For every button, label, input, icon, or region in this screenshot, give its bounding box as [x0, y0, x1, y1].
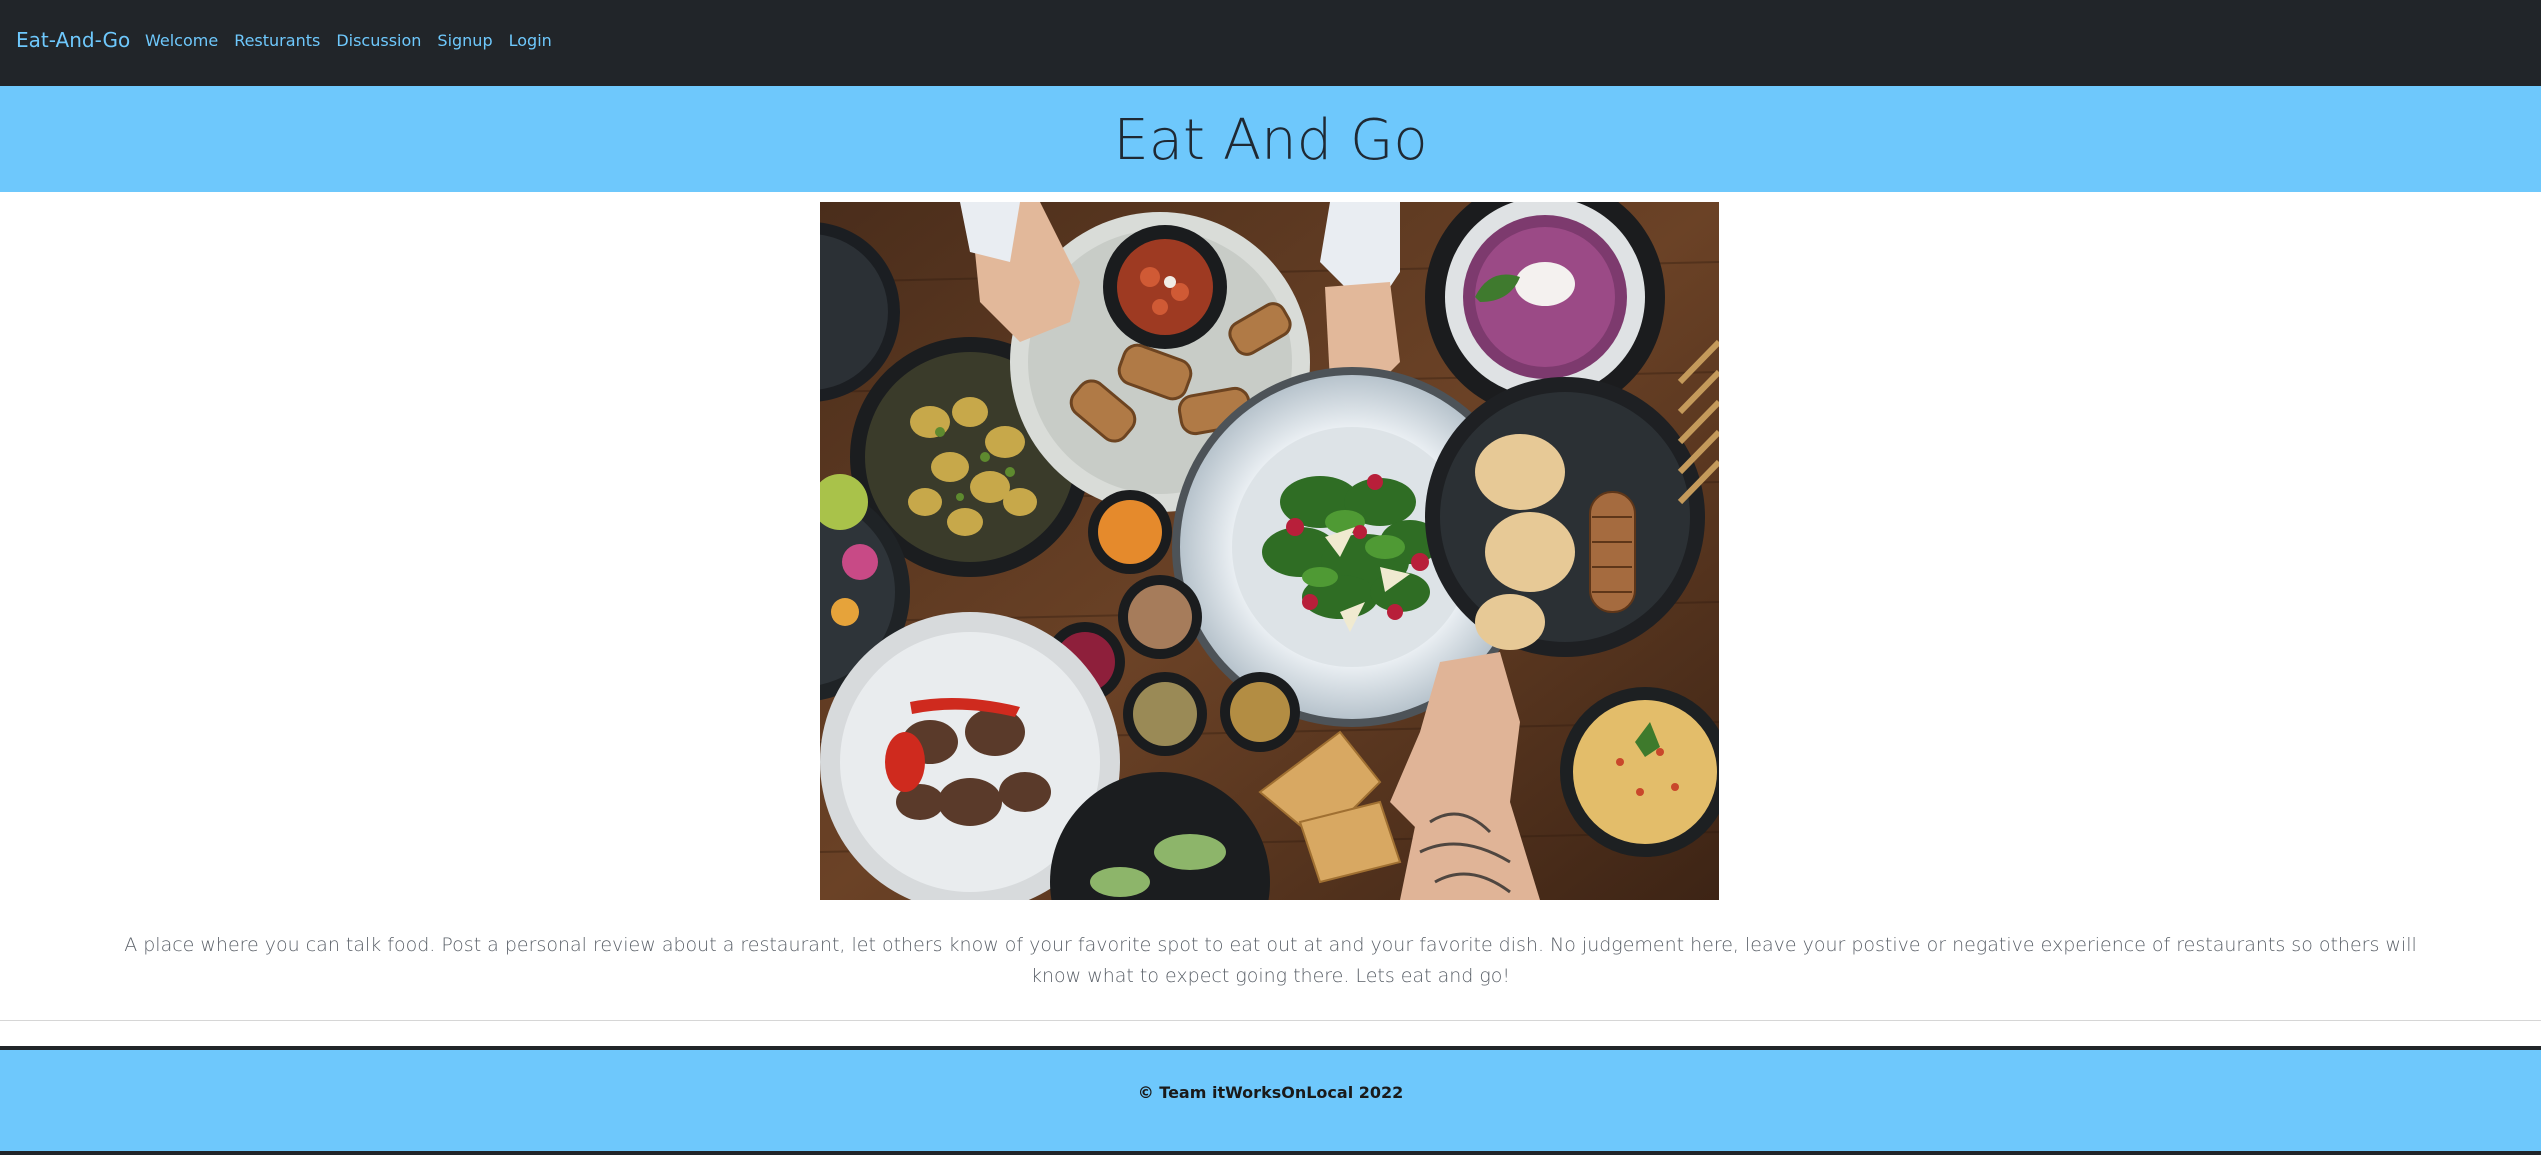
nav-link-resturants[interactable]: Resturants	[234, 31, 320, 50]
nav-link-login[interactable]: Login	[509, 31, 552, 50]
nav-link-welcome[interactable]: Welcome	[145, 31, 218, 50]
food-table-illustration	[820, 202, 1719, 900]
footer-bottom-border	[0, 1151, 2541, 1155]
page-title: Eat And Go	[1113, 108, 1428, 173]
content-divider	[0, 1020, 2541, 1021]
food-table-image	[820, 202, 1719, 900]
brand-link[interactable]: Eat-And-Go	[16, 28, 130, 52]
nav-link-signup[interactable]: Signup	[437, 31, 492, 50]
nav-links: Welcome Resturants Discussion Signup Log…	[145, 31, 552, 50]
navbar: Eat-And-Go Welcome Resturants Discussion…	[0, 0, 2541, 86]
nav-link-discussion[interactable]: Discussion	[336, 31, 421, 50]
site-description: A place where you can talk food. Post a …	[124, 934, 2417, 987]
footer-copyright: © Team itWorksOnLocal 2022	[1137, 1083, 1404, 1102]
